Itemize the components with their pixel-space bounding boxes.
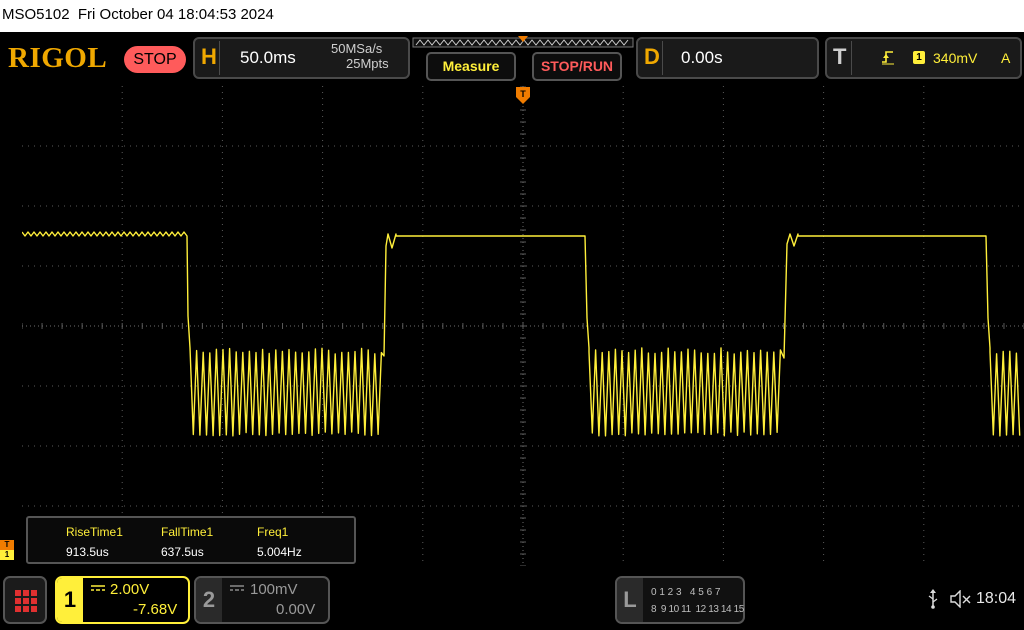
brand-logo: RIGOL (8, 42, 107, 75)
channel2-panel[interactable]: 2 100mV 0.00V (194, 576, 330, 624)
measurement-value: 637.5us (161, 545, 204, 559)
delay-value: 0.00s (681, 48, 723, 68)
divider (662, 41, 663, 75)
delay-panel[interactable]: D 0.00s (636, 37, 819, 79)
measurement-panel[interactable]: RiseTime1 913.5us FallTime1 637.5us Freq… (26, 516, 356, 564)
memory-depth: 25Mpts (346, 56, 389, 71)
channel1-panel[interactable]: 1 2.00V -7.68V (55, 576, 190, 624)
delay-key: D (644, 44, 660, 70)
ch1-waveform (22, 232, 1020, 436)
measurement-label: FallTime1 (161, 525, 213, 539)
memory-overview-graphic (412, 36, 634, 50)
channel1-offset: -7.68V (133, 601, 177, 618)
trigger-position-label: T (520, 89, 526, 99)
divider (851, 41, 852, 75)
measurement-label: RiseTime1 (66, 525, 123, 539)
channel2-key: 2 (196, 578, 222, 622)
trigger-mode: A (1001, 50, 1010, 66)
dc-coupling-icon (91, 585, 105, 593)
trigger-panel[interactable]: T 1 340mV A (825, 37, 1022, 79)
logic-key: L (617, 578, 643, 622)
muted-speaker-icon[interactable] (950, 590, 972, 608)
graticule (22, 86, 1024, 566)
horizontal-panel[interactable]: H 50.0ms 50MSa/s 25Mpts (193, 37, 410, 79)
clock-time: 18:04 (976, 590, 1016, 608)
measurement-value: 5.004Hz (257, 545, 302, 559)
logic-panel[interactable]: L 0 1 2 3 4 5 6 7 8 9 10 11 12 13 14 15 (615, 576, 745, 624)
channel2-offset: 0.00V (276, 601, 315, 618)
trigger-level-marker[interactable]: T (0, 540, 14, 550)
trigger-position-marker[interactable]: T (515, 87, 531, 111)
horizontal-key: H (201, 44, 217, 70)
main-menu-button[interactable] (3, 576, 47, 624)
divider (219, 41, 220, 75)
waveform-display[interactable] (22, 86, 1024, 566)
channel2-scale: 100mV (250, 581, 298, 598)
logic-channels-row1: 0 1 2 3 4 5 6 7 (651, 587, 721, 598)
trigger-source-badge: 1 (913, 51, 925, 64)
grid-menu-icon (15, 590, 37, 612)
dc-coupling-icon (230, 585, 244, 593)
measurement-label: Freq1 (257, 525, 288, 539)
title-bar: MSO5102 Fri October 04 18:04:53 2024 (0, 0, 1024, 32)
measurement-value: 913.5us (66, 545, 109, 559)
stop-run-button[interactable]: STOP/RUN (532, 52, 622, 81)
timebase-value: 50.0ms (240, 48, 296, 68)
ch1-offset-marker[interactable]: 1 (0, 550, 14, 560)
trigger-key: T (833, 44, 846, 70)
measure-button[interactable]: Measure (426, 52, 516, 81)
run-status-badge[interactable]: STOP (124, 46, 186, 73)
title-text: MSO5102 Fri October 04 18:04:53 2024 (2, 6, 274, 23)
sample-rate: 50MSa/s (331, 41, 382, 56)
channel1-key: 1 (57, 578, 83, 622)
rising-edge-icon (881, 49, 895, 65)
usb-icon (926, 589, 940, 609)
trigger-level: 340mV (933, 50, 977, 66)
logic-channels-row2: 8 9 10 11 12 13 14 15 (651, 604, 744, 615)
channel1-scale: 2.00V (110, 581, 149, 598)
memory-overview (412, 36, 634, 50)
